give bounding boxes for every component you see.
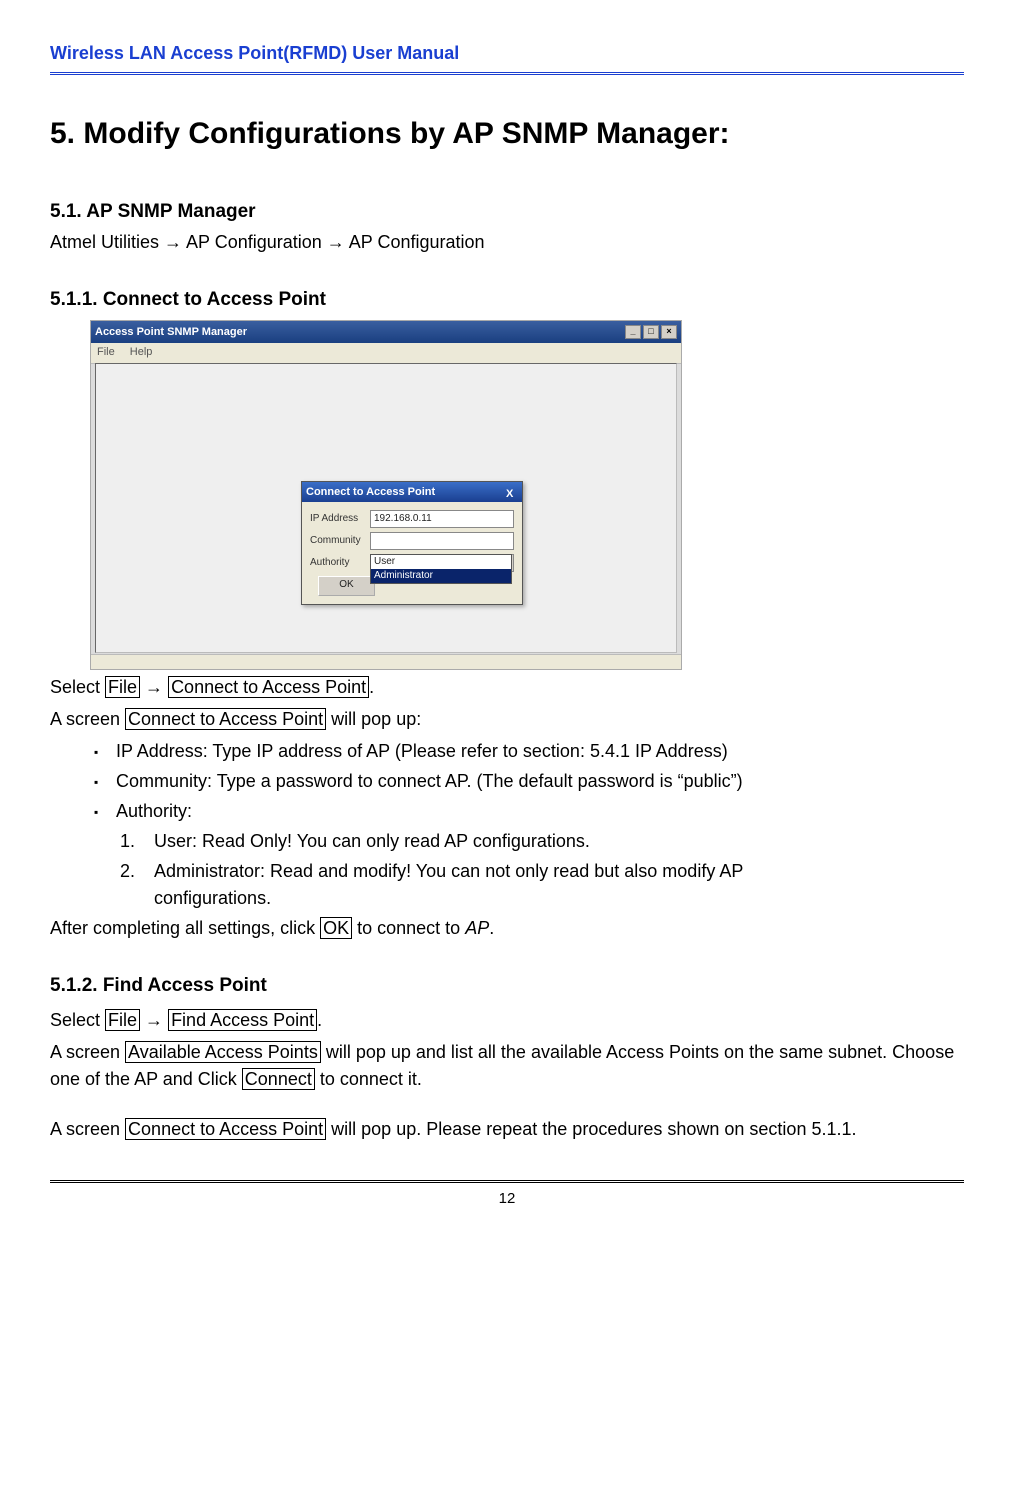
item-admin: 2.Administrator: Read and modify! You ca…	[120, 858, 964, 914]
menu-item-connect: Connect to Access Point	[168, 676, 369, 698]
section-5-1-2-heading: 5.1.2. Find Access Point	[50, 971, 964, 1000]
bullet-community: Community: Type a password to connect AP…	[94, 768, 964, 796]
menu-help[interactable]: Help	[130, 346, 153, 358]
bullet-ip: IP Address: Type IP address of AP (Pleas…	[94, 738, 964, 766]
repeat-procedure-line: A screen Connect to Access Point will po…	[50, 1116, 964, 1144]
ap-italic: AP	[465, 918, 489, 938]
screen-available-aps: Available Access Points	[125, 1041, 321, 1063]
after-settings: After completing all settings, click OK …	[50, 915, 964, 943]
menu-item-find: Find Access Point	[168, 1009, 317, 1031]
document-header: Wireless LAN Access Point(RFMD) User Man…	[50, 40, 964, 75]
bullet-list: IP Address: Type IP address of AP (Pleas…	[50, 738, 964, 826]
label-ip: IP Address	[310, 511, 370, 527]
option-administrator[interactable]: Administrator	[371, 569, 511, 583]
ok-label: OK	[320, 917, 352, 939]
chapter-heading: 5. Modify Configurations by AP SNMP Mana…	[50, 111, 964, 158]
section-5-1-1-heading: 5.1.1. Connect to Access Point	[50, 285, 964, 314]
connect-label: Connect	[242, 1068, 315, 1090]
screenshot-connect-to-ap: Access Point SNMP Manager _ □ × File Hel…	[90, 320, 682, 670]
input-community[interactable]	[370, 532, 514, 550]
menubar: File Help	[91, 343, 681, 364]
page-number: 12	[499, 1190, 516, 1207]
ok-button[interactable]: OK	[318, 576, 375, 596]
doc-title: Wireless LAN Access Point(RFMD) User Man…	[50, 43, 459, 63]
menu-file[interactable]: File	[97, 346, 115, 358]
section-5-1-path: Atmel Utilities → AP Configuration → AP …	[50, 229, 964, 257]
label-community: Community	[310, 533, 370, 549]
minimize-icon[interactable]: _	[625, 325, 641, 339]
menu-file-label-2: File	[105, 1009, 140, 1031]
chapter-number: 5.	[50, 117, 75, 150]
available-aps-line: A screen Available Access Points will po…	[50, 1039, 964, 1095]
item-user: 1.User: Read Only! You can only read AP …	[120, 828, 964, 856]
input-ip[interactable]: 192.168.0.11	[370, 510, 514, 528]
bullet-authority: Authority:	[94, 798, 964, 826]
select-file-connect: Select File → Connect to Access Point.	[50, 674, 964, 702]
dialog-close-icon[interactable]: X	[506, 486, 518, 498]
close-icon[interactable]: ×	[661, 325, 677, 339]
authority-dropdown-list: User Administrator	[370, 554, 512, 584]
dialog-title: Connect to Access Point	[306, 484, 435, 501]
window-title: Access Point SNMP Manager	[95, 324, 247, 341]
page-footer: 12	[50, 1180, 964, 1210]
dialog-titlebar: Connect to Access Point X	[302, 482, 522, 502]
section-5-1-heading: 5.1. AP SNMP Manager	[50, 197, 964, 226]
screen-connect-ap: Connect to Access Point	[125, 1118, 326, 1140]
screen-name: Connect to Access Point	[125, 708, 326, 730]
status-bar	[91, 654, 681, 669]
label-authority: Authority	[310, 555, 370, 571]
maximize-icon[interactable]: □	[643, 325, 659, 339]
window-controls: _ □ ×	[625, 325, 677, 339]
menu-file-label: File	[105, 676, 140, 698]
dialog-connect: Connect to Access Point X IP Address 192…	[301, 481, 523, 605]
select-file-find: Select File → Find Access Point.	[50, 1007, 964, 1035]
numbered-list: 1.User: Read Only! You can only read AP …	[50, 828, 964, 914]
popup-line: A screen Connect to Access Point will po…	[50, 706, 964, 734]
option-user[interactable]: User	[371, 555, 511, 569]
dialog-body: IP Address 192.168.0.11 Community Author…	[302, 502, 522, 604]
chapter-title: Modify Configurations by AP SNMP Manager…	[83, 117, 729, 150]
window-titlebar: Access Point SNMP Manager _ □ ×	[91, 321, 681, 343]
